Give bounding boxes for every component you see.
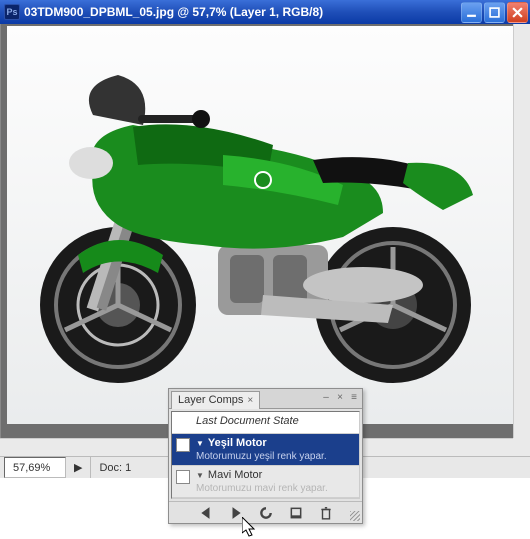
comp-name: Yeşil Motor [208,437,267,449]
last-state-label: Last Document State [196,415,355,427]
motorcycle-image [23,55,503,395]
delete-comp-button[interactable] [318,505,334,521]
comp-description: Motorumuzu yeşil renk yapar. [196,451,355,462]
panel-close-icon[interactable]: × [334,391,346,403]
new-comp-button[interactable] [288,505,304,521]
comp-apply-checkbox[interactable] [176,470,190,484]
resize-grip[interactable] [350,511,360,521]
minimize-button[interactable] [461,2,482,23]
disclosure-triangle-icon[interactable]: ▼ [196,471,204,480]
comp-apply-checkbox[interactable] [176,438,190,452]
titlebar: Ps 03TDM900_DPBML_05.jpg @ 57,7% (Layer … [0,0,530,24]
disclosure-triangle-icon[interactable]: ▼ [196,439,204,448]
window-controls [461,2,528,23]
app-icon: Ps [4,4,20,20]
close-button[interactable] [507,2,528,23]
zoom-field[interactable]: 57,69% [4,457,66,478]
update-comp-button[interactable] [258,505,274,521]
tab-close-icon[interactable]: × [247,395,253,406]
prev-comp-button[interactable] [198,505,214,521]
window-title: 03TDM900_DPBML_05.jpg @ 57,7% (Layer 1, … [24,5,461,19]
status-arrow[interactable]: ▶ [66,457,91,478]
layer-comps-panel: Layer Comps × – × ≡ Last Document State … [168,388,363,524]
next-comp-button[interactable] [228,505,244,521]
tab-label: Layer Comps [178,394,243,406]
panel-footer [169,501,362,523]
panel-menu-icon[interactable]: ≡ [348,391,360,403]
panel-tabbar: Layer Comps × – × ≡ [169,389,362,409]
last-document-state-row[interactable]: Last Document State [172,412,359,434]
layer-comps-list: Last Document State ▼ Yeşil Motor Motoru… [171,411,360,499]
panel-minimize-icon[interactable]: – [320,391,332,403]
maximize-button[interactable] [484,2,505,23]
scroll-corner [513,438,530,456]
comp-name: Mavi Motor [208,469,262,481]
vertical-scrollbar[interactable] [513,24,530,438]
apply-indicator [176,416,190,430]
comp-description: Motorumuzu mavi renk yapar. [196,483,355,494]
canvas[interactable] [7,26,519,424]
layer-comp-row[interactable]: ▼ Yeşil Motor Motorumuzu yeşil renk yapa… [172,434,359,466]
layer-comps-tab[interactable]: Layer Comps × [171,391,260,409]
layer-comp-row[interactable]: ▼ Mavi Motor Motorumuzu mavi renk yapar. [172,466,359,498]
